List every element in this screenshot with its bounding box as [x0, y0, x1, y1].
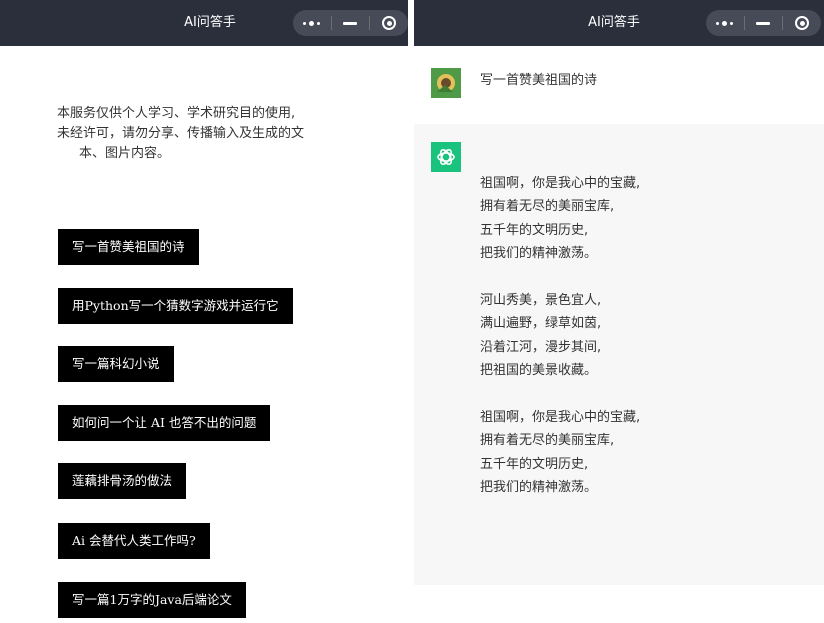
- suggestion-button[interactable]: 写一篇1万字的Java后端论文: [58, 582, 246, 618]
- poem-line: 把祖国的美景收藏。: [480, 363, 598, 379]
- title-bar: AI问答手: [0, 0, 408, 46]
- window-title: AI问答手: [588, 15, 640, 30]
- poem-line: 祖国啊，你是我心中的宝藏,: [480, 409, 641, 425]
- usage-notice: 本服务仅供个人学习、学术研究目的使用, 未经许可，请勿分享、传播输入及生成的文 …: [57, 104, 377, 164]
- poem-line: 满山遍野，绿草如茵,: [480, 316, 602, 332]
- suggestion-button[interactable]: Ai 会替代人类工作吗?: [58, 523, 210, 559]
- notice-line: 本服务仅供个人学习、学术研究目的使用,: [57, 106, 296, 121]
- more-dots-icon: [303, 20, 321, 26]
- capsule-menu: [293, 10, 408, 36]
- minimize-button[interactable]: [745, 10, 783, 36]
- poem-line: 河山秀美，景色宜人,: [480, 292, 602, 308]
- poem-line: 五千年的文明历史,: [480, 222, 589, 238]
- minimize-icon: [343, 21, 358, 25]
- notice-line: 未经许可，请勿分享、传播输入及生成的文: [57, 126, 305, 141]
- answer-text: 祖国啊，你是我心中的宝藏, 拥有着无尽的美丽宝库, 五千年的文明历史, 把我们的…: [480, 172, 640, 499]
- capsule-menu: [706, 10, 821, 36]
- target-close-icon: [795, 16, 810, 30]
- suggestion-button[interactable]: 写一篇科幻小说: [58, 346, 174, 382]
- question-text: 写一首赞美祖国的诗: [480, 73, 598, 88]
- poem-line: 五千年的文明历史,: [480, 456, 589, 472]
- poem-line: 拥有着无尽的美丽宝库,: [480, 433, 615, 449]
- suggestion-button[interactable]: 如何问一个让 AI 也答不出的问题: [58, 405, 271, 441]
- title-bar: AI问答手: [414, 0, 824, 46]
- poem-line: 把我们的精神激荡。: [480, 480, 598, 496]
- suggestion-button[interactable]: 用Python写一个猜数字游戏并运行它: [58, 288, 293, 324]
- user-avatar-icon: [431, 68, 461, 98]
- suggestion-button[interactable]: 写一首赞美祖国的诗: [58, 229, 199, 265]
- answer-message: 祖国啊，你是我心中的宝藏, 拥有着无尽的美丽宝库, 五千年的文明历史, 把我们的…: [414, 124, 824, 585]
- minimize-icon: [756, 21, 771, 25]
- target-close-icon: [382, 16, 397, 30]
- window-title: AI问答手: [184, 15, 236, 30]
- poem-line: 沿着江河，漫步其间,: [480, 339, 602, 355]
- more-button[interactable]: [706, 10, 744, 36]
- openai-logo-icon: [431, 142, 461, 172]
- close-button[interactable]: [370, 10, 408, 36]
- minimize-button[interactable]: [332, 10, 370, 36]
- poem-line: 祖国啊，你是我心中的宝藏,: [480, 176, 641, 191]
- poem-line: 拥有着无尽的美丽宝库,: [480, 199, 615, 215]
- suggestion-button[interactable]: 莲藕排骨汤的做法: [58, 463, 187, 499]
- more-button[interactable]: [293, 10, 331, 36]
- more-dots-icon: [716, 20, 734, 26]
- chat-window: AI问答手 写一首赞美祖国的诗 祖国啊，你是我心中的宝藏, 拥有着无尽的美丽宝库…: [414, 0, 824, 623]
- notice-line: 本、图片内容。: [79, 146, 171, 161]
- close-button[interactable]: [783, 10, 821, 36]
- home-window: AI问答手 本服务仅供个人学习、学术研究目的使用, 未经许可，请勿分享、传播输入…: [0, 0, 414, 623]
- poem-line: 把我们的精神激荡。: [480, 246, 598, 262]
- question-message: 写一首赞美祖国的诗: [414, 52, 824, 124]
